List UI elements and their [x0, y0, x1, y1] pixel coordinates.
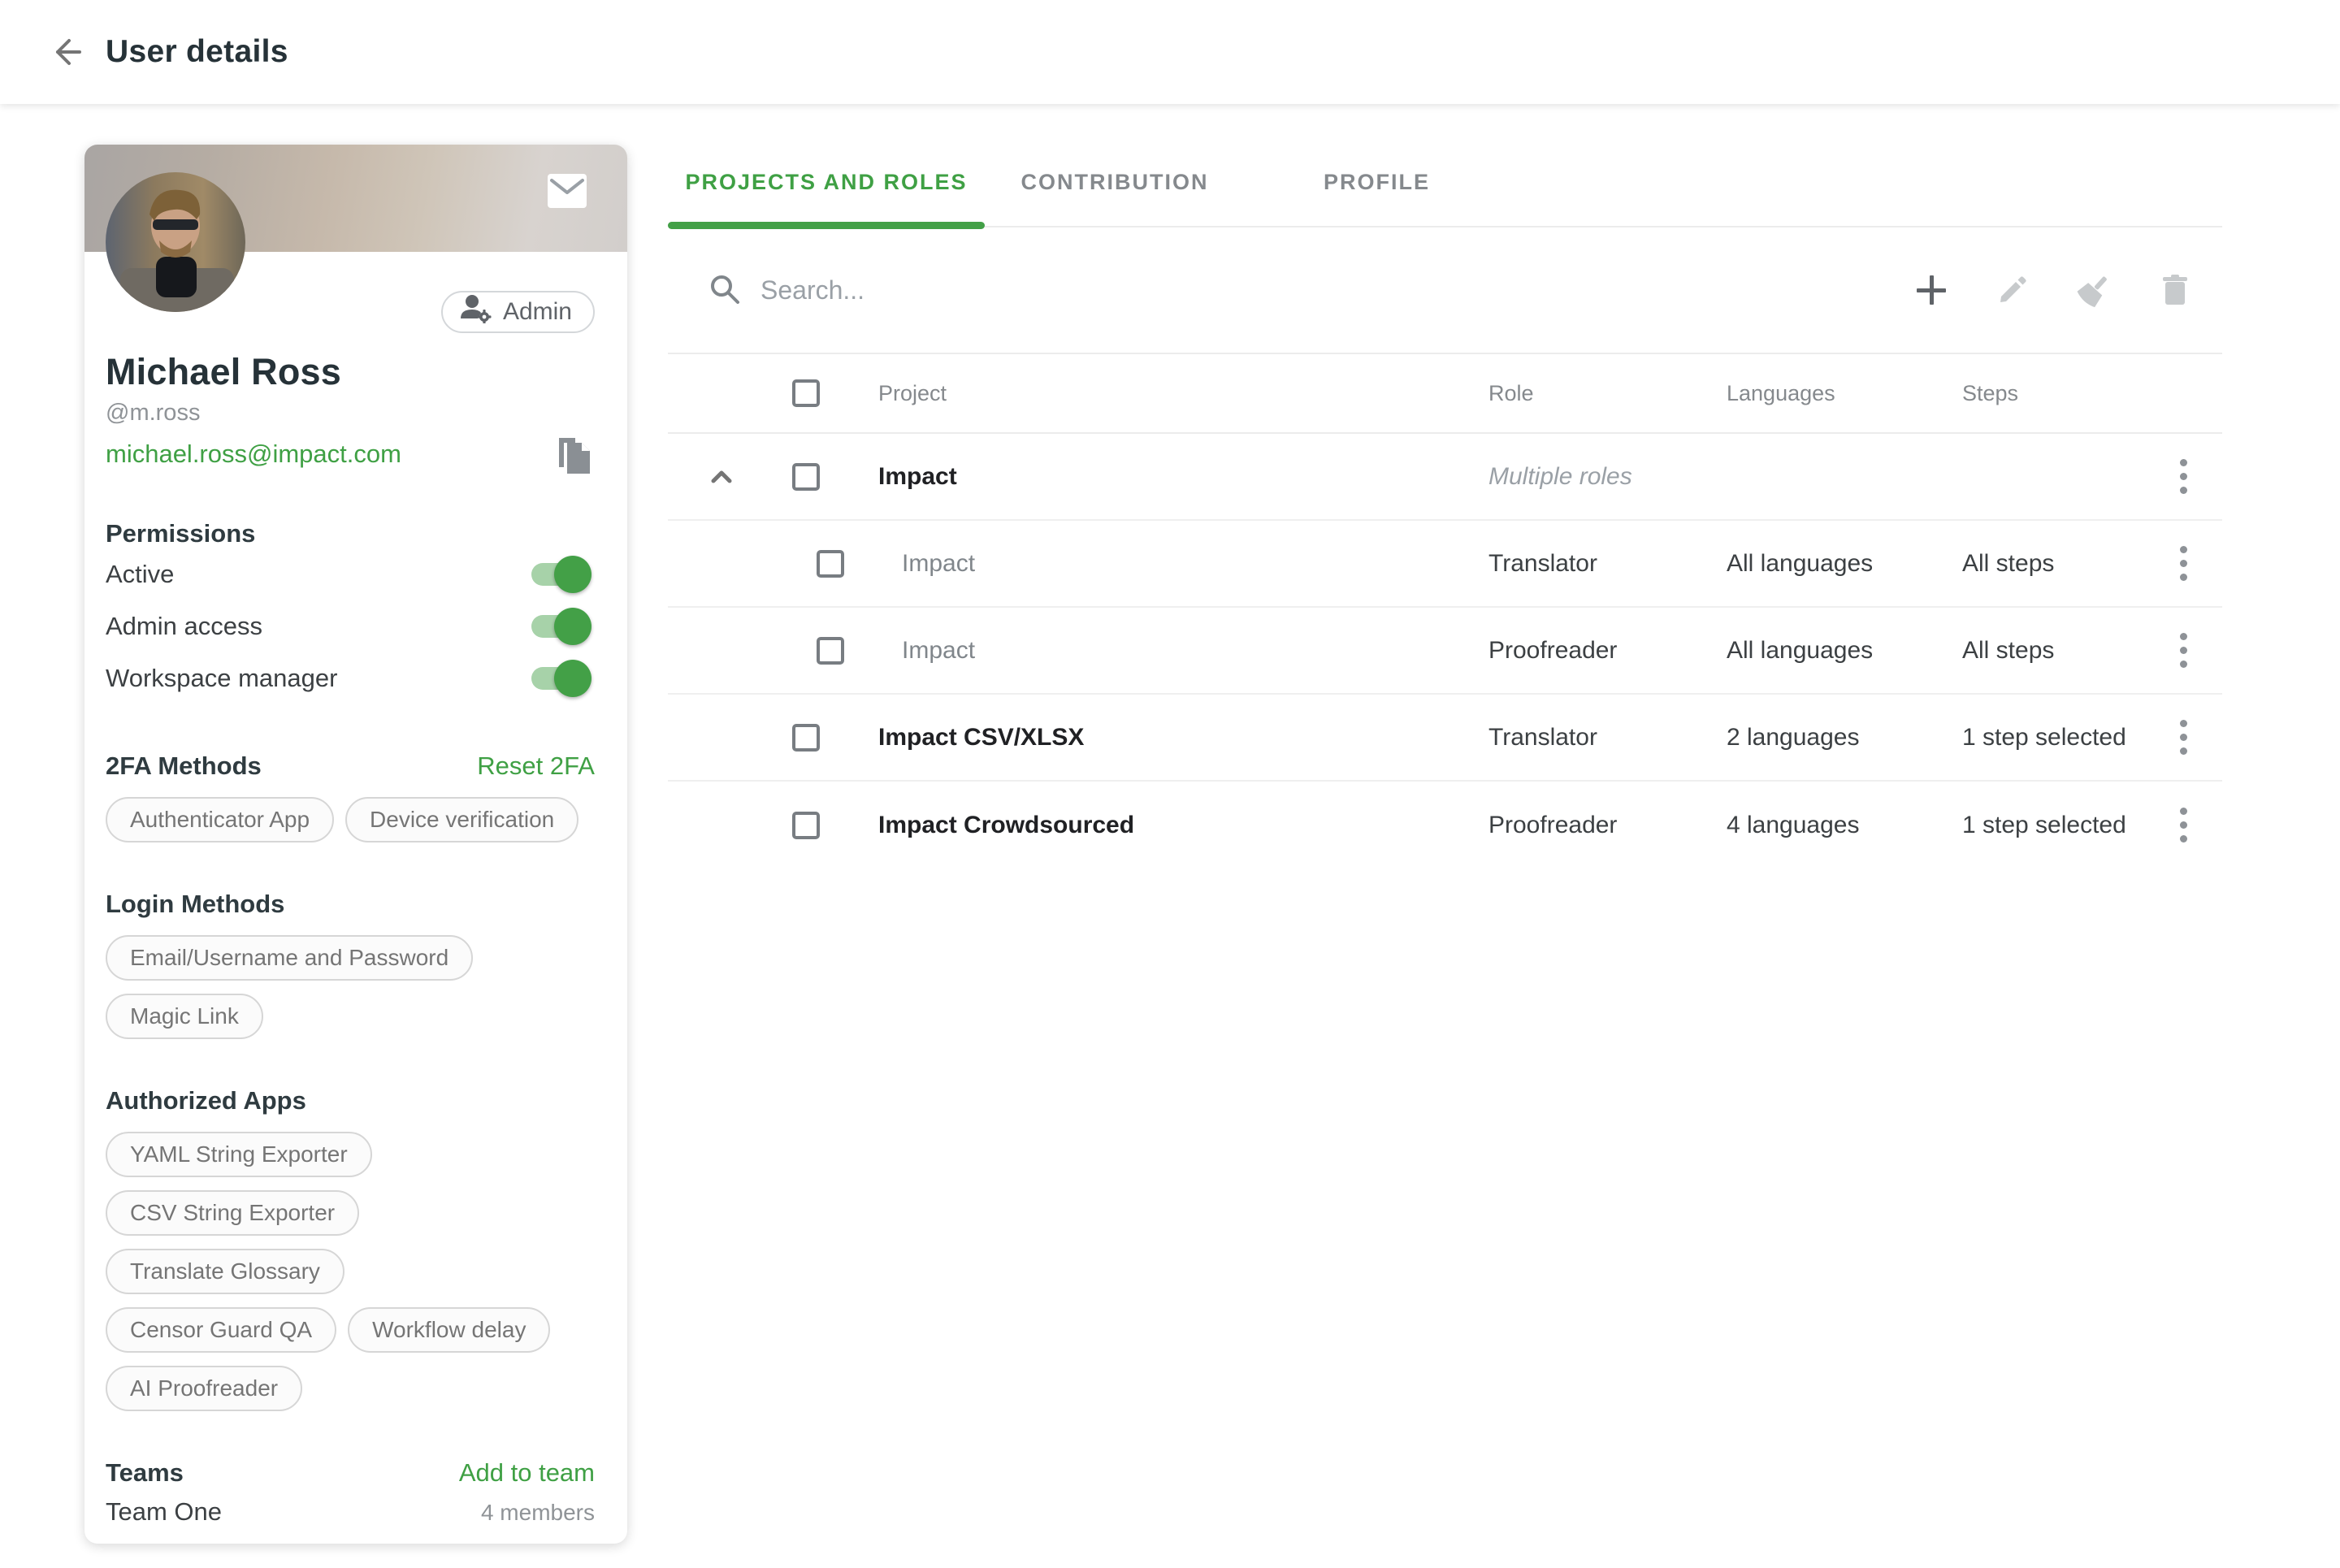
row-menu-kebab-icon[interactable] — [2164, 718, 2203, 757]
table-header: Project Role Languages Steps — [668, 354, 2222, 434]
active-tab-indicator — [668, 222, 985, 229]
search-input[interactable] — [760, 275, 1492, 305]
tab-contribution[interactable]: CONTRIBUTION — [985, 138, 1245, 226]
chevron-up-icon[interactable] — [702, 457, 741, 496]
user-card: Admin Michael Ross @m.ross michael.ross@… — [84, 145, 627, 1544]
workspace-manager-toggle[interactable] — [531, 667, 587, 690]
select-all-checkbox[interactable] — [792, 379, 820, 407]
clean-broom-icon[interactable] — [2074, 271, 2113, 310]
row-menu-kebab-icon[interactable] — [2164, 457, 2203, 496]
active-toggle[interactable] — [531, 563, 587, 586]
project-name: Impact — [860, 463, 1488, 491]
row-checkbox[interactable] — [792, 812, 820, 839]
add-to-team-link[interactable]: Add to team — [459, 1458, 595, 1488]
back-arrow-icon[interactable] — [47, 33, 84, 71]
column-header-languages: Languages — [1727, 381, 1962, 406]
admin-access-toggle[interactable] — [531, 615, 587, 638]
role-cell: Proofreader — [1488, 812, 1727, 839]
steps-cell: All steps — [1962, 637, 2164, 665]
authorized-app-chip: CSV String Exporter — [106, 1190, 359, 1236]
edit-icon[interactable] — [1993, 271, 2032, 310]
steps-cell: All steps — [1962, 550, 2164, 578]
profile-banner — [84, 145, 627, 252]
twofa-heading: 2FA Methods — [106, 752, 262, 781]
user-name: Michael Ross — [106, 351, 595, 393]
table-row-impact-translator[interactable]: Impact Translator All languages All step… — [668, 521, 2222, 608]
reset-2fa-link[interactable]: Reset 2FA — [477, 752, 595, 781]
languages-cell: 4 languages — [1727, 812, 1962, 839]
main-panel: PROJECTS AND ROLES CONTRIBUTION PROFILE — [668, 138, 2222, 868]
steps-cell: 1 step selected — [1962, 812, 2164, 839]
team-members-count: 4 members — [481, 1500, 595, 1526]
admin-badge-label: Admin — [503, 298, 572, 326]
admin-role-badge: Admin — [441, 291, 595, 333]
role-cell: Translator — [1488, 550, 1727, 578]
table-row-group-impact[interactable]: Impact Multiple roles — [668, 434, 2222, 521]
login-method-chip: Magic Link — [106, 994, 263, 1039]
teams-heading: Teams — [106, 1458, 184, 1488]
avatar[interactable] — [106, 172, 245, 312]
row-checkbox[interactable] — [817, 637, 844, 665]
role-cell: Multiple roles — [1488, 463, 1727, 491]
delete-trash-icon[interactable] — [2156, 271, 2195, 310]
login-methods-heading: Login Methods — [106, 890, 284, 919]
search-toolbar-row — [668, 227, 2222, 354]
project-name: Impact Crowdsourced — [860, 812, 1488, 839]
copy-icon[interactable] — [551, 431, 593, 477]
table-row-impact-proofreader[interactable]: Impact Proofreader All languages All ste… — [668, 608, 2222, 695]
row-menu-kebab-icon[interactable] — [2164, 544, 2203, 583]
twofa-chip: Device verification — [345, 797, 578, 842]
table-row-impact-crowdsourced[interactable]: Impact Crowdsourced Proofreader 4 langua… — [668, 782, 2222, 868]
page-title: User details — [106, 34, 288, 70]
row-menu-kebab-icon[interactable] — [2164, 806, 2203, 845]
table-row-impact-csv-xlsx[interactable]: Impact CSV/XLSX Translator 2 languages 1… — [668, 695, 2222, 782]
app-bar: User details — [0, 0, 2340, 104]
tab-projects-and-roles[interactable]: PROJECTS AND ROLES — [668, 138, 985, 226]
project-name: Impact CSV/XLSX — [860, 724, 1488, 752]
add-icon[interactable] — [1912, 271, 1951, 310]
row-checkbox[interactable] — [792, 724, 820, 752]
permission-label: Admin access — [106, 612, 262, 641]
row-checkbox[interactable] — [817, 550, 844, 578]
languages-cell: All languages — [1727, 637, 1962, 665]
languages-cell: All languages — [1727, 550, 1962, 578]
mail-icon[interactable] — [548, 174, 587, 208]
tab-bar: PROJECTS AND ROLES CONTRIBUTION PROFILE — [668, 138, 2222, 227]
login-method-chip: Email/Username and Password — [106, 935, 473, 981]
permissions-heading: Permissions — [106, 519, 595, 548]
permission-label: Workspace manager — [106, 664, 337, 693]
authorized-app-chip: Workflow delay — [348, 1307, 550, 1353]
user-handle: @m.ross — [106, 400, 595, 427]
team-row[interactable]: Team One 4 members — [106, 1497, 595, 1527]
permission-row-workspace-manager: Workspace manager — [106, 652, 595, 704]
tab-profile[interactable]: PROFILE — [1245, 138, 1509, 226]
user-email[interactable]: michael.ross@impact.com — [106, 440, 401, 469]
role-cell: Proofreader — [1488, 637, 1727, 665]
toolbar — [1912, 271, 2222, 310]
permission-label: Active — [106, 560, 174, 589]
permission-row-admin-access: Admin access — [106, 600, 595, 652]
project-name: Impact — [860, 550, 1488, 578]
authorized-app-chip: Translate Glossary — [106, 1249, 344, 1294]
manage-account-icon — [459, 294, 492, 330]
row-checkbox[interactable] — [792, 463, 820, 491]
authorized-app-chip: YAML String Exporter — [106, 1132, 372, 1177]
row-menu-kebab-icon[interactable] — [2164, 631, 2203, 670]
steps-cell: 1 step selected — [1962, 724, 2164, 752]
role-cell: Translator — [1488, 724, 1727, 752]
languages-cell: 2 languages — [1727, 724, 1962, 752]
project-name: Impact — [860, 637, 1488, 665]
search-box[interactable] — [668, 271, 1912, 310]
permission-row-active: Active — [106, 548, 595, 600]
user-details-page: User details — [0, 0, 2340, 1568]
authorized-apps-heading: Authorized Apps — [106, 1086, 306, 1115]
twofa-chip: Authenticator App — [106, 797, 334, 842]
authorized-app-chip: Censor Guard QA — [106, 1307, 336, 1353]
column-header-steps: Steps — [1962, 381, 2164, 406]
column-header-role: Role — [1488, 381, 1727, 406]
column-header-project: Project — [860, 381, 1488, 406]
authorized-app-chip: AI Proofreader — [106, 1366, 302, 1411]
search-icon — [707, 271, 741, 310]
team-name: Team One — [106, 1497, 222, 1527]
